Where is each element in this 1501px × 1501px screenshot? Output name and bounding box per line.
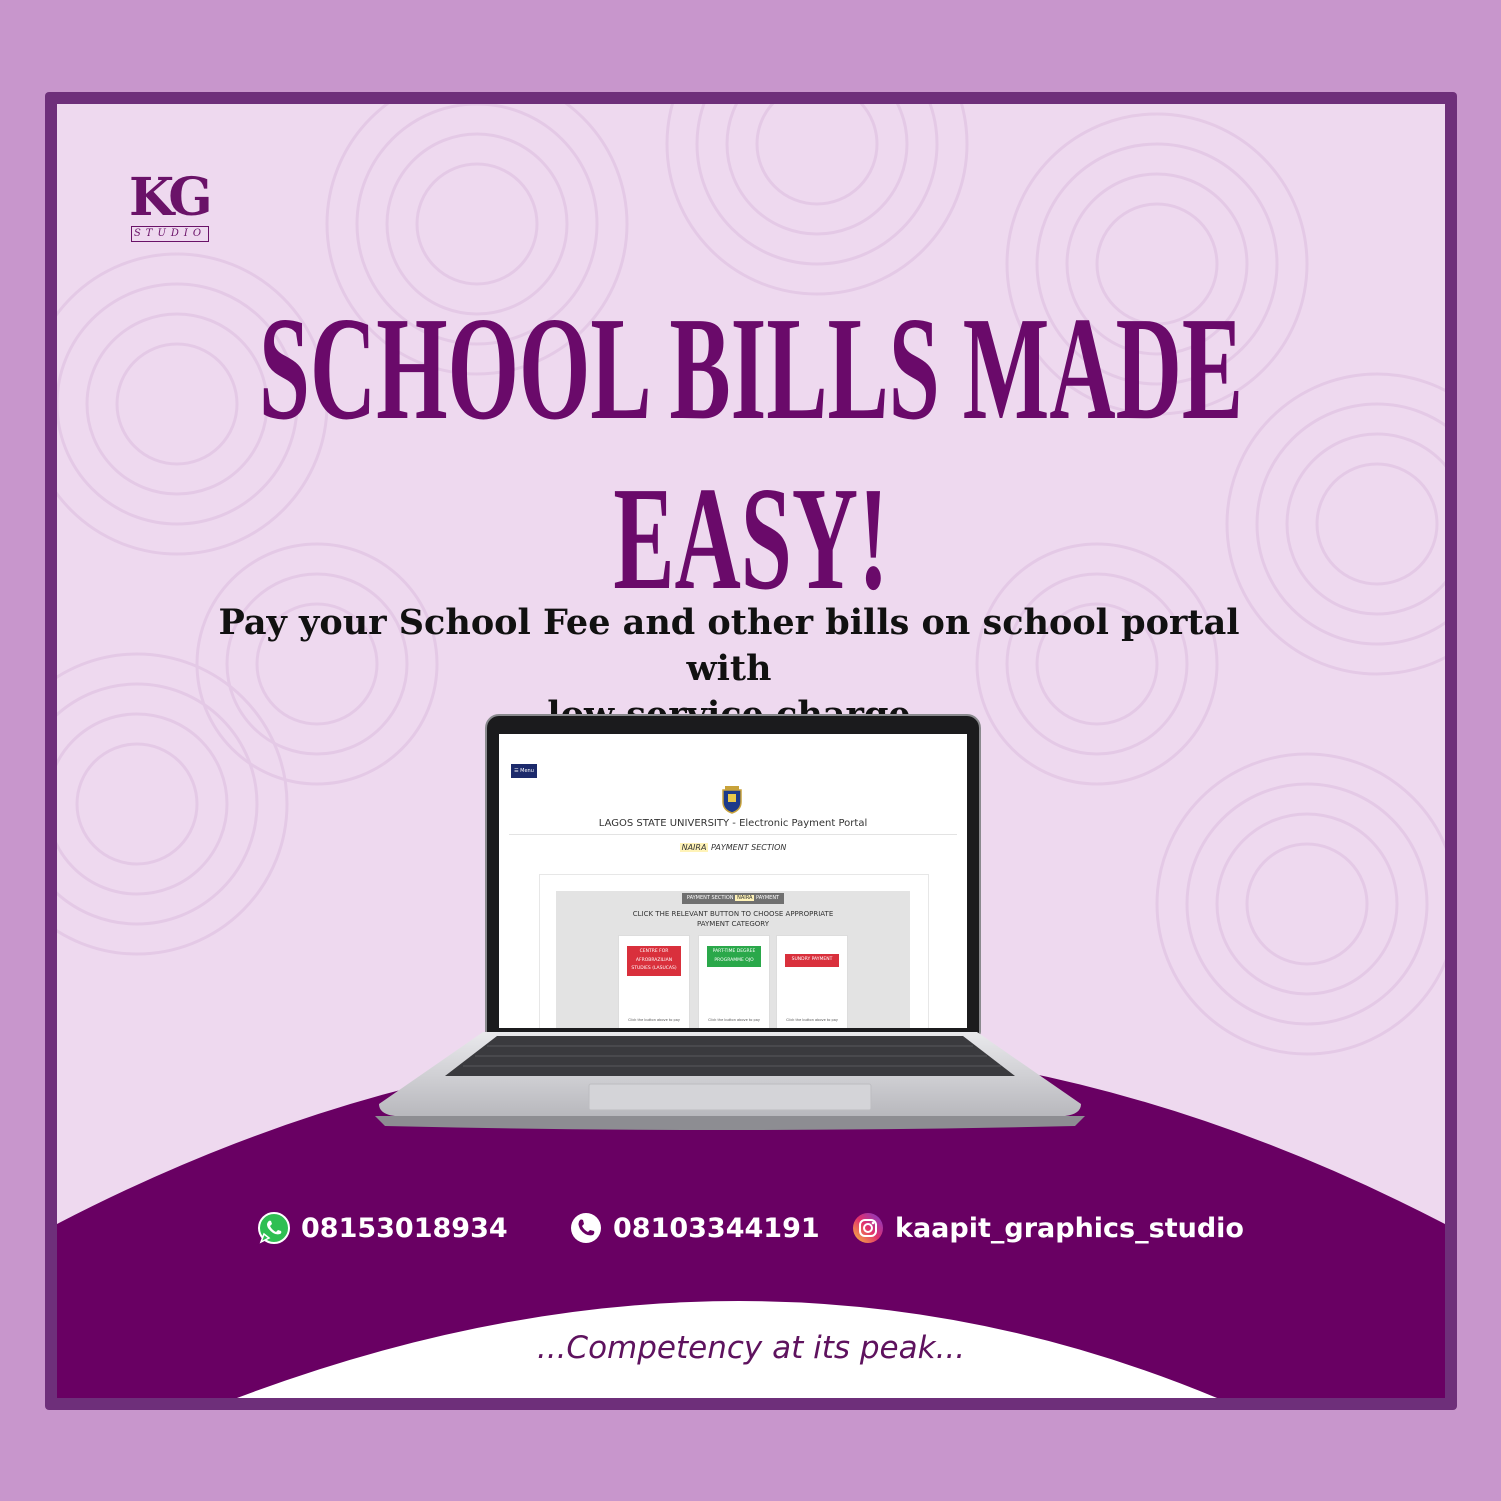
- badge-post: PAYMENT: [754, 895, 780, 901]
- instagram-icon: [853, 1213, 883, 1243]
- payment-section-badge: PAYMENT SECTION NAIRA PAYMENT: [682, 893, 784, 904]
- portal-title: LAGOS STATE UNIVERSITY - Electronic Paym…: [598, 818, 868, 829]
- whatsapp-contact[interactable]: 08153018934: [257, 1206, 508, 1250]
- lasucas-button[interactable]: CENTRE FOR AFROBRAZILIAN STUDIES (LASUCA…: [627, 946, 681, 976]
- poster-panel: KG STUDIO SCHOOL BILLS MADE EASY! Pay yo…: [57, 104, 1445, 1398]
- part-time-degree-button[interactable]: PART-TIME DEGREE PROGRAMME OJO: [707, 946, 761, 967]
- phone-number: 08103344191: [613, 1212, 820, 1244]
- category-note: Click the button above to pay: [786, 1018, 838, 1022]
- instagram-contact[interactable]: kaapit_graphics_studio: [851, 1206, 1244, 1250]
- laptop-base: [375, 1032, 1085, 1130]
- laptop-screen: ☰ Menu LAGOS STATE UNIVERSITY - Electron…: [499, 734, 967, 1028]
- slogan: ...Competency at its peak...: [536, 1330, 966, 1366]
- payment-card: PAYMENT SECTION NAIRA PAYMENT CLICK THE …: [539, 874, 929, 1028]
- laptop-mockup: ☰ Menu LAGOS STATE UNIVERSITY - Electron…: [375, 714, 1085, 1134]
- whatsapp-icon: [258, 1212, 290, 1244]
- category-card: PART-TIME DEGREE PROGRAMME OJO Click the…: [698, 935, 770, 1028]
- naira-payment-section-label: NAIRA PAYMENT SECTION: [499, 843, 967, 852]
- naira-highlight: NAIRA: [679, 843, 709, 852]
- contact-row: 08153018934 08103344191 kaapit_graphics_…: [57, 1206, 1445, 1256]
- category-note: Click the button above to pay: [628, 1018, 680, 1022]
- badge-pre: PAYMENT SECTION: [686, 895, 736, 901]
- section-rest: PAYMENT SECTION: [708, 843, 787, 852]
- instagram-handle: kaapit_graphics_studio: [895, 1212, 1244, 1244]
- university-crest-icon: [722, 786, 742, 814]
- category-note: Click the button above to pay: [708, 1018, 760, 1022]
- sundry-payment-button[interactable]: SUNDRY PAYMENT: [785, 954, 839, 967]
- phone-contact[interactable]: 08103344191: [569, 1206, 820, 1250]
- instruction-line1: CLICK THE RELEVANT BUTTON TO CHOOSE APPR…: [632, 910, 834, 918]
- phone-icon: [571, 1213, 601, 1243]
- instruction-line2: PAYMENT CATEGORY: [697, 920, 769, 928]
- instruction-text: CLICK THE RELEVANT BUTTON TO CHOOSE APPR…: [556, 909, 910, 929]
- payment-category-box: PAYMENT SECTION NAIRA PAYMENT CLICK THE …: [556, 891, 910, 1028]
- category-card: SUNDRY PAYMENT Click the button above to…: [776, 935, 848, 1028]
- portal-menu-button[interactable]: ☰ Menu: [511, 764, 537, 778]
- whatsapp-number: 08153018934: [301, 1212, 508, 1244]
- divider: [509, 834, 957, 835]
- badge-highlight: NAIRA: [735, 895, 755, 901]
- laptop-lid: ☰ Menu LAGOS STATE UNIVERSITY - Electron…: [485, 714, 981, 1036]
- category-card: CENTRE FOR AFROBRAZILIAN STUDIES (LASUCA…: [618, 935, 690, 1028]
